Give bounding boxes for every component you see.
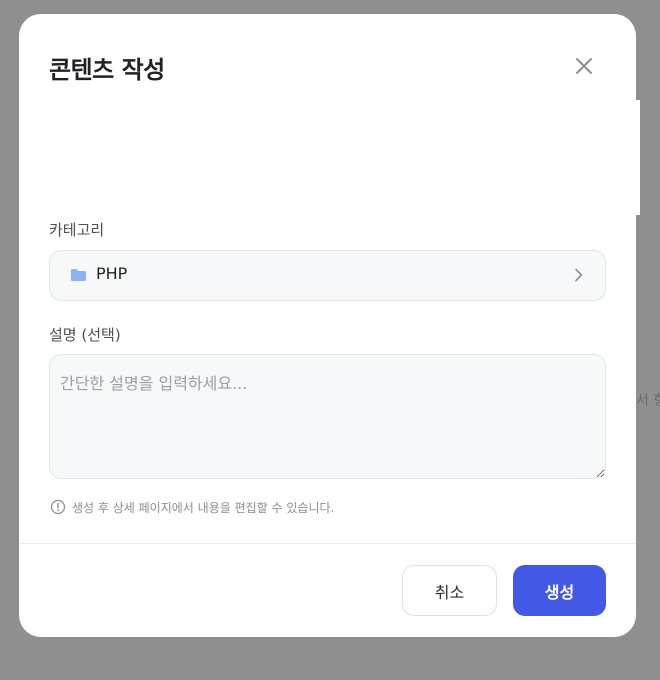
category-label: 카테고리: [49, 221, 105, 239]
description-label: 설명 (선택): [49, 326, 121, 344]
hint-text: 생성 후 상세 페이지에서 내용을 편집할 수 있습니다.: [72, 501, 335, 515]
category-value: PHP: [96, 264, 128, 283]
background-text: 서 힝: [636, 393, 660, 409]
category-select[interactable]: PHP: [49, 250, 606, 301]
create-content-modal: 콘텐츠 작성 카테고리 PHP 설명 (선택) 생성 후 상세 페이지에서 내용…: [19, 14, 636, 637]
description-textarea[interactable]: [49, 354, 606, 479]
close-button[interactable]: [571, 53, 597, 79]
close-icon: [576, 58, 592, 74]
cancel-button[interactable]: 취소: [402, 565, 497, 616]
chevron-right-icon: [575, 268, 583, 282]
create-button[interactable]: 생성: [513, 565, 606, 616]
modal-title: 콘텐츠 작성: [49, 56, 165, 84]
info-icon: [50, 499, 66, 515]
footer-divider: [19, 543, 636, 544]
folder-icon: [71, 269, 86, 281]
